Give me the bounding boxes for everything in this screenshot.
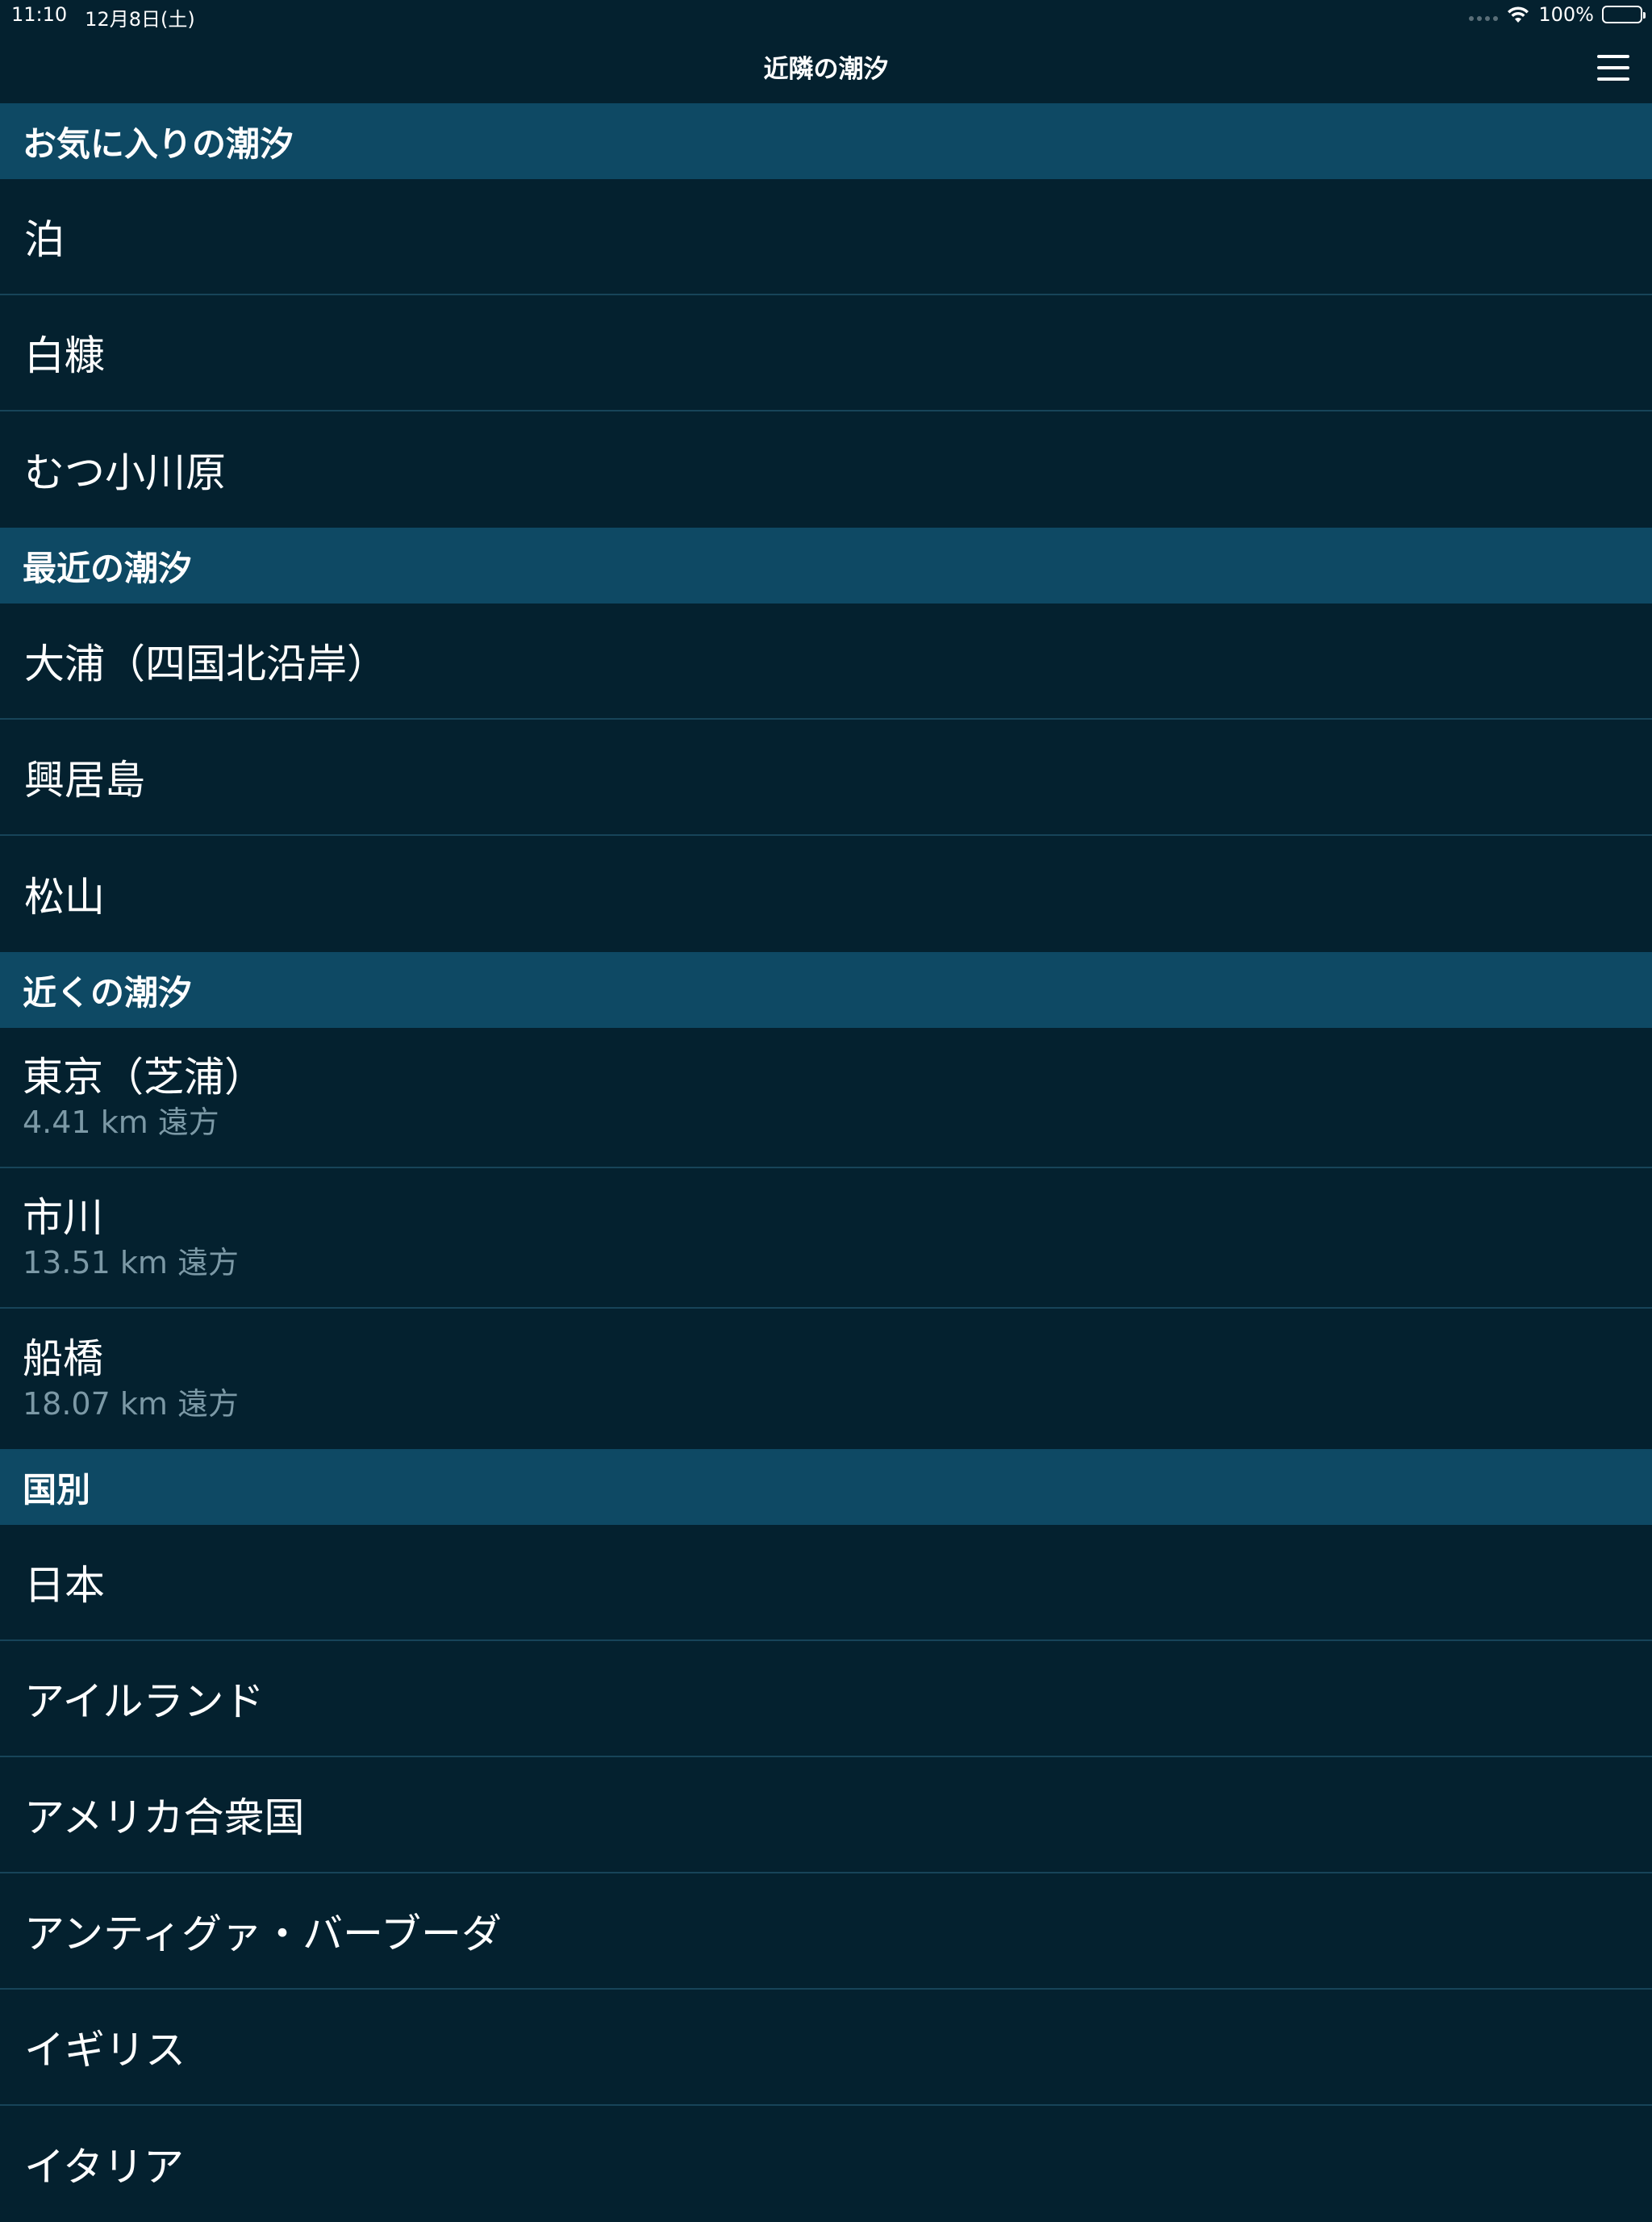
status-time: 11:10 xyxy=(11,3,68,26)
page-title: 近隣の潮汐 xyxy=(763,55,889,84)
section-header-recent: 最近の潮汐 xyxy=(0,528,1652,604)
list-item[interactable]: 泊 xyxy=(0,179,1652,295)
nav-bar: 近隣の潮汐 xyxy=(0,32,1652,103)
tide-list: お気に入りの潮汐 泊 白糠 むつ小川原 最近の潮汐 大浦（四国北沿岸） 興居島 … xyxy=(0,103,1652,2222)
list-item[interactable]: 松山 xyxy=(0,836,1652,952)
battery-icon xyxy=(1602,6,1646,23)
station-distance: 13.51 km 遠方 xyxy=(23,1245,239,1280)
station-distance: 18.07 km 遠方 xyxy=(23,1386,239,1422)
section-header-by-country: 国別 xyxy=(0,1449,1652,1525)
hamburger-menu-icon[interactable] xyxy=(1592,52,1634,84)
section-header-nearby: 近くの潮汐 xyxy=(0,952,1652,1028)
station-name: 東京（芝浦） xyxy=(23,1054,265,1101)
country-item[interactable]: イタリア xyxy=(0,2106,1652,2222)
country-item[interactable]: イギリス xyxy=(0,1990,1652,2106)
signal-dots-icon xyxy=(1469,16,1499,21)
country-item[interactable]: アメリカ合衆国 xyxy=(0,1757,1652,1873)
status-left: 11:10 12月8日(土) xyxy=(11,3,195,31)
station-name: 市川 xyxy=(23,1194,103,1241)
status-date: 12月8日(土) xyxy=(85,8,195,31)
status-right: 100% xyxy=(1469,3,1646,26)
nearby-item[interactable]: 船橋 18.07 km 遠方 xyxy=(0,1309,1652,1449)
list-item[interactable]: むつ小川原 xyxy=(0,411,1652,528)
wifi-icon xyxy=(1508,6,1529,23)
battery-percent: 100% xyxy=(1538,3,1594,26)
list-item[interactable]: 大浦（四国北沿岸） xyxy=(0,604,1652,720)
section-header-favorites: お気に入りの潮汐 xyxy=(0,103,1652,179)
country-item[interactable]: 日本 xyxy=(0,1525,1652,1641)
nearby-item[interactable]: 市川 13.51 km 遠方 xyxy=(0,1168,1652,1309)
list-item[interactable]: 白糠 xyxy=(0,295,1652,411)
country-item[interactable]: アンティグァ・バーブーダ xyxy=(0,1873,1652,1990)
status-bar: 11:10 12月8日(土) 100% xyxy=(0,0,1652,32)
country-item[interactable]: アイルランド xyxy=(0,1641,1652,1757)
station-distance: 4.41 km 遠方 xyxy=(23,1105,219,1140)
list-item[interactable]: 興居島 xyxy=(0,720,1652,836)
nearby-item[interactable]: 東京（芝浦） 4.41 km 遠方 xyxy=(0,1028,1652,1168)
station-name: 船橋 xyxy=(23,1335,103,1382)
